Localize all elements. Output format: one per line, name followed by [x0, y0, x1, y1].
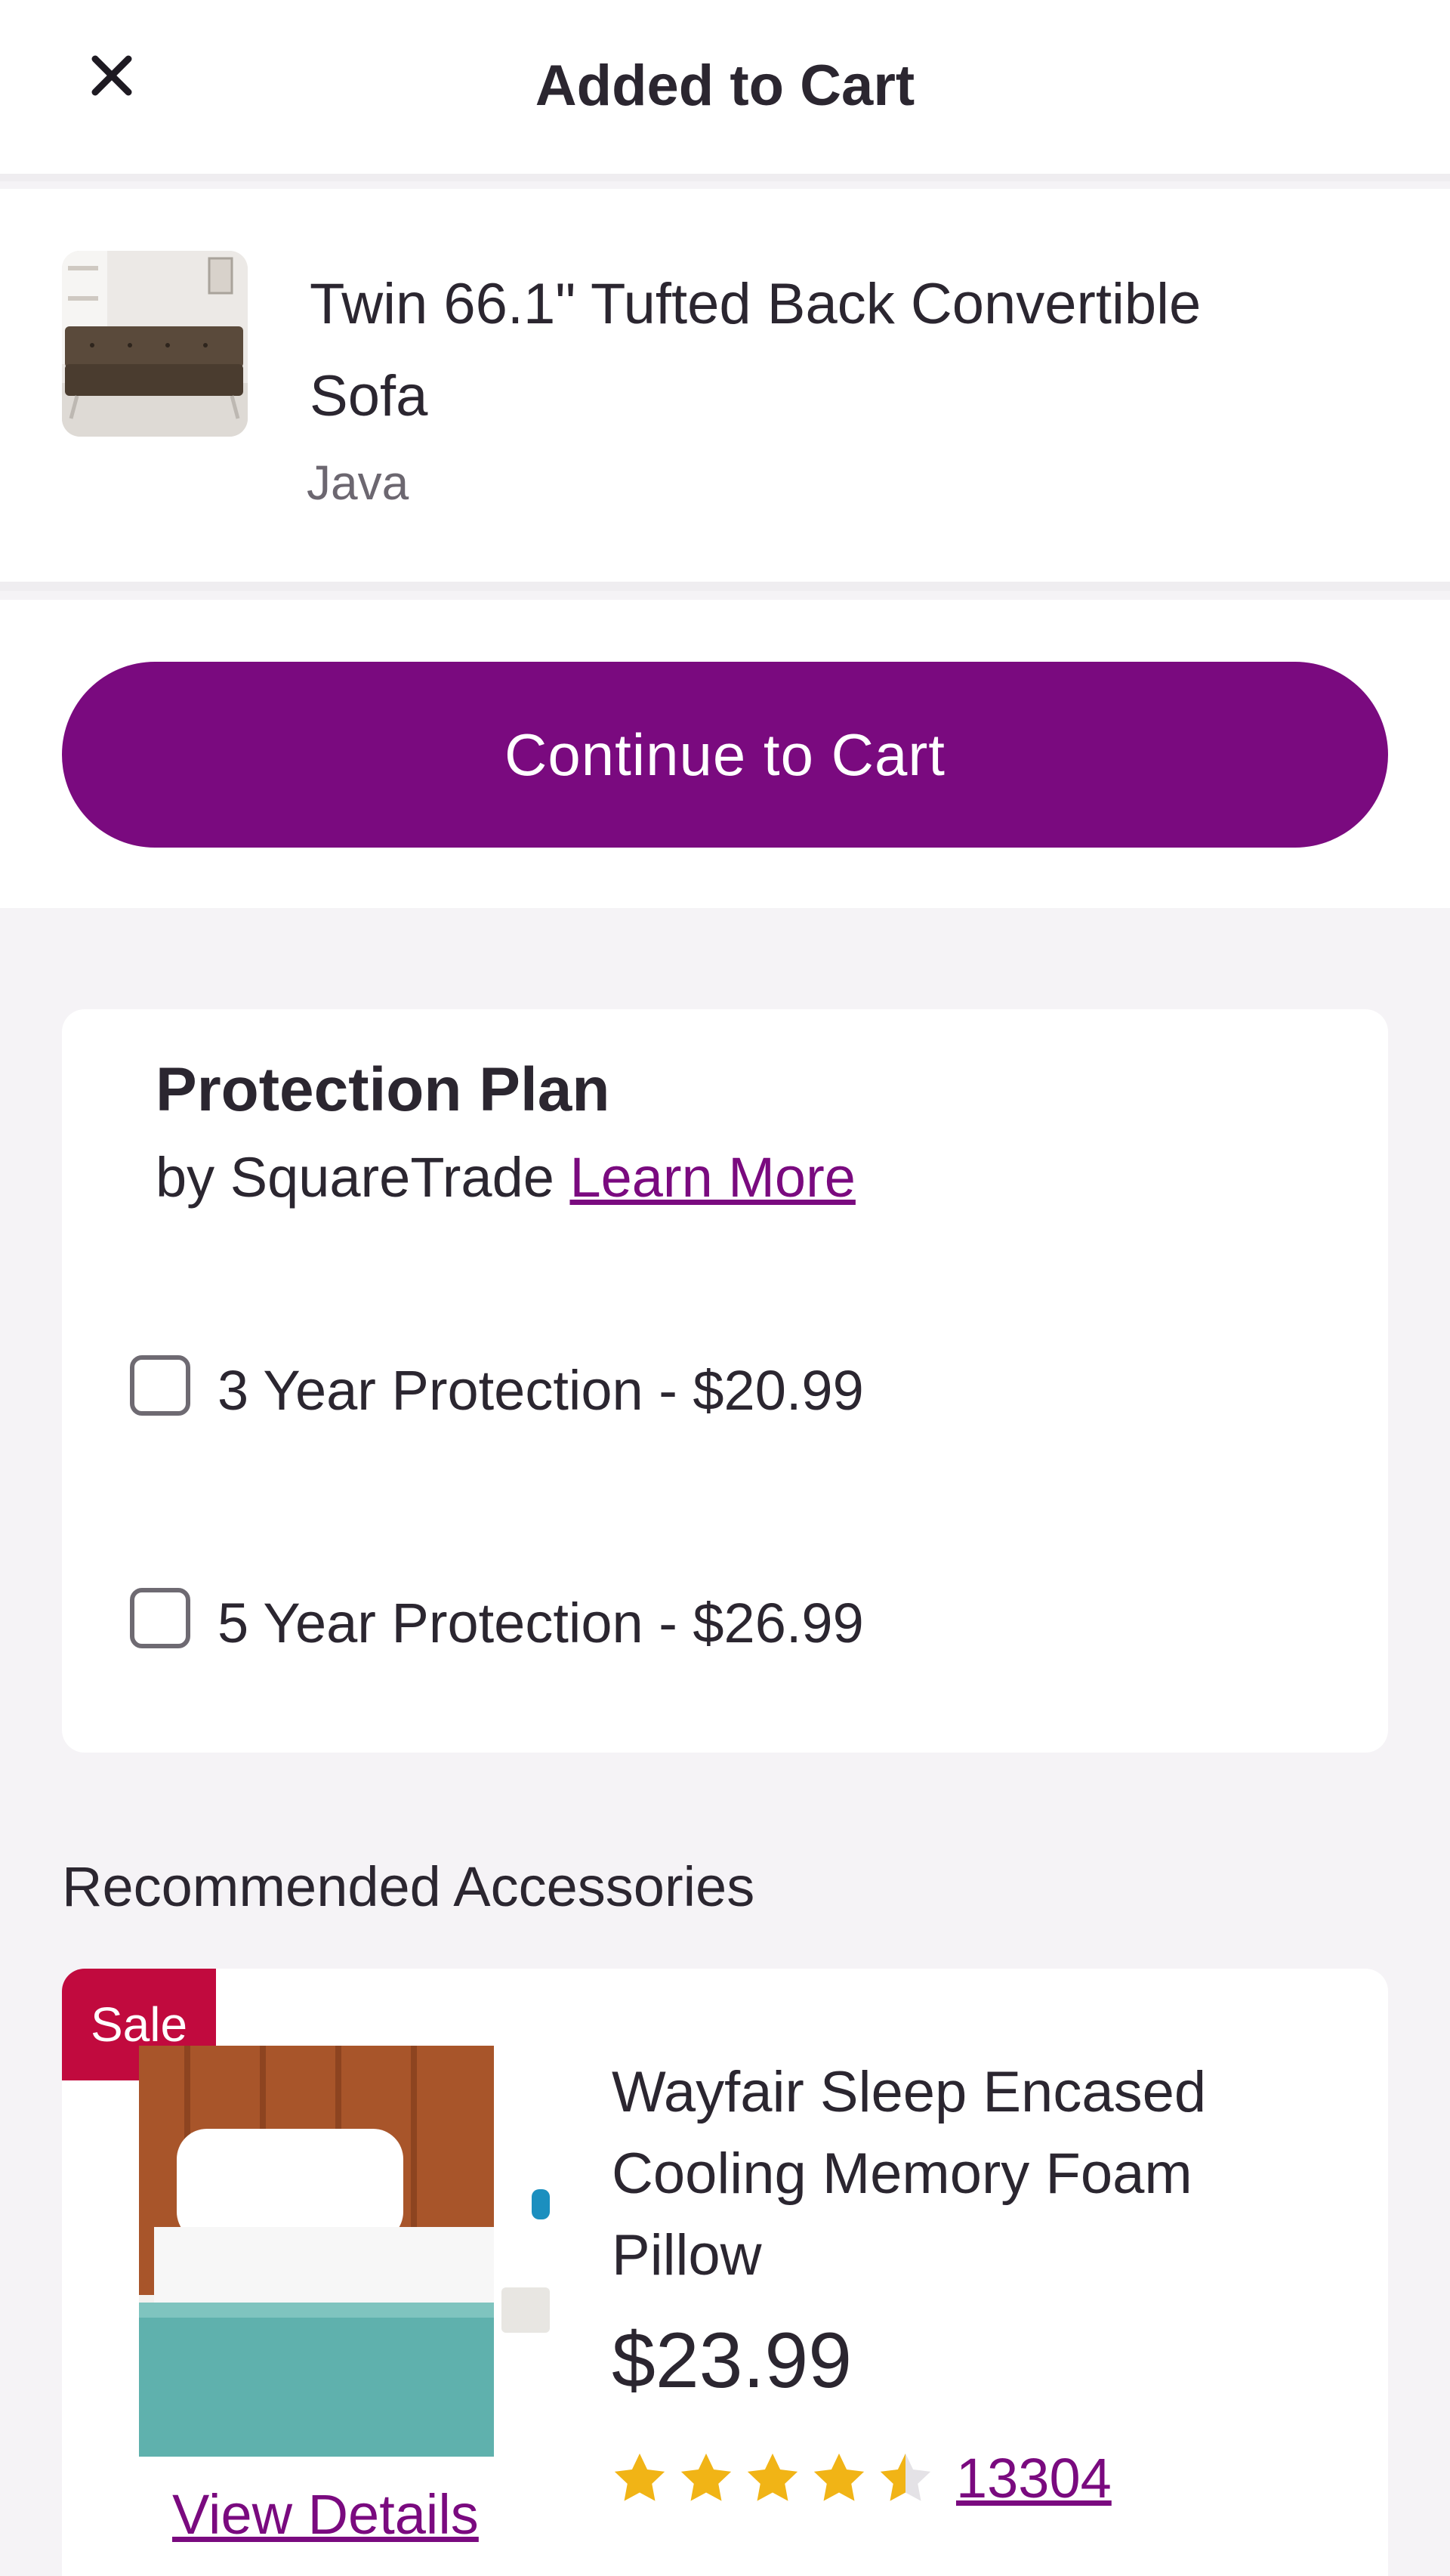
product-thumbnail[interactable] — [62, 251, 248, 437]
product-name: Twin 66.1" Tufted Back Convertible Sofa — [310, 272, 1202, 428]
star-full-icon — [680, 2453, 732, 2501]
page-title: Added to Cart — [535, 54, 915, 118]
protection-plan-title: Protection Plan — [156, 1055, 610, 1124]
rating: 13304 — [610, 2446, 1112, 2510]
recommended-item-card: Sale Wayfair Sleep Encased Cooling Memor… — [62, 1969, 1388, 2576]
cta-section: Continue to Cart — [0, 600, 1450, 908]
review-count-link[interactable]: 13304 — [956, 2446, 1112, 2510]
continue-to-cart-button[interactable]: Continue to Cart — [62, 662, 1388, 848]
star-half-icon — [880, 2453, 931, 2501]
star-full-icon — [813, 2453, 865, 2501]
recommended-item-name[interactable]: Wayfair Sleep Encased Cooling Memory Foa… — [612, 2052, 1307, 2296]
star-full-icon — [614, 2453, 665, 2501]
learn-more-link[interactable]: Learn More — [569, 1146, 855, 1209]
star-full-icon — [747, 2453, 798, 2501]
header: Added to Cart — [0, 0, 1450, 181]
provider-text: by SquareTrade — [156, 1146, 554, 1209]
protection-option-3-year[interactable]: 3 Year Protection - $20.99 — [130, 1352, 864, 1428]
pillow-image[interactable] — [139, 2046, 550, 2457]
protection-option-5-year[interactable]: 5 Year Protection - $26.99 — [130, 1585, 864, 1660]
protection-option-label: 3 Year Protection - $20.99 — [218, 1358, 864, 1422]
sofa-thumbnail — [62, 251, 248, 437]
recommended-item-price: $23.99 — [612, 2317, 853, 2405]
added-product: Twin 66.1" Tufted Back Convertible Sofa … — [0, 189, 1450, 591]
product-option: Java — [307, 456, 409, 510]
protection-plan-card: Protection Plan by SquareTrade Learn Mor… — [62, 1009, 1388, 1753]
checkbox[interactable] — [130, 1588, 190, 1648]
protection-option-label: 5 Year Protection - $26.99 — [218, 1591, 864, 1654]
view-details-link[interactable]: View Details — [172, 2482, 479, 2547]
recommended-title: Recommended Accessories — [62, 1855, 755, 1918]
protection-plan-provider: by SquareTrade Learn More — [156, 1145, 856, 1209]
checkbox[interactable] — [130, 1355, 190, 1416]
pillow-product-image — [139, 2046, 550, 2457]
